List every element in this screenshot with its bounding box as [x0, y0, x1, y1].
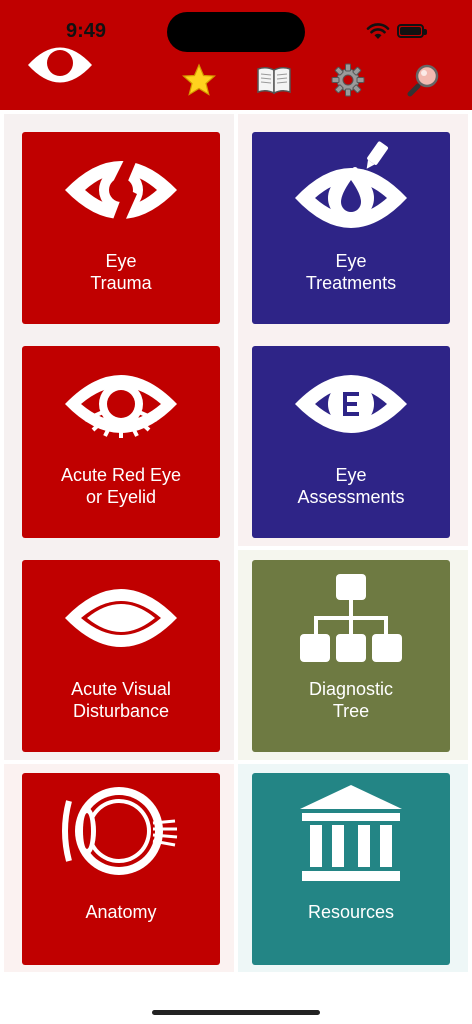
book-icon [257, 66, 291, 95]
eye-drop-icon [295, 141, 407, 228]
tile-anatomy[interactable]: Anatomy [22, 773, 220, 965]
gear-icon [331, 63, 365, 97]
dynamic-island [167, 12, 305, 52]
search-button[interactable] [404, 60, 444, 100]
tile-label: Anatomy [85, 902, 157, 922]
battery-icon [397, 24, 427, 38]
tile-label: Acute Visual Disturbance [71, 679, 171, 721]
tile-resources[interactable]: Resources [252, 773, 450, 965]
tile-label: Diagnostic Tree [308, 679, 394, 721]
tile-eye-trauma[interactable]: Eye Trauma [22, 132, 220, 324]
star-icon [182, 63, 216, 96]
tile-acute-visual-disturbance[interactable]: Acute Visual Disturbance [22, 560, 220, 752]
header-bar: 9:49 [0, 0, 472, 110]
tile-label: Resources [307, 902, 395, 922]
tile-eye-assessments[interactable]: Eye Assessments [252, 346, 450, 538]
flowchart-icon [300, 574, 402, 662]
tile-diagnostic-tree[interactable]: Diagnostic Tree [252, 560, 450, 752]
app-logo-eye-icon [28, 47, 92, 83]
favorites-button[interactable] [179, 60, 219, 100]
tile-label: Eye Trauma [90, 251, 152, 293]
wifi-icon [366, 23, 390, 39]
home-indicator [152, 1010, 320, 1015]
library-building-icon [300, 785, 402, 881]
search-icon [407, 64, 439, 97]
tile-eye-treatments[interactable]: Eye Treatments [252, 132, 450, 324]
settings-button[interactable] [328, 60, 368, 100]
tile-acute-red-eye[interactable]: Acute Red Eye or Eyelid [22, 346, 220, 538]
eye-chart-icon [295, 375, 407, 433]
eye-trauma-icon [65, 150, 177, 230]
red-eye-icon [65, 375, 177, 438]
library-button[interactable] [254, 60, 294, 100]
visual-disturbance-eye-icon [65, 589, 177, 647]
tile-label: Acute Red Eye or Eyelid [60, 465, 182, 507]
status-time: 9:49 [66, 20, 107, 42]
eye-anatomy-icon [62, 787, 178, 875]
tile-label: Eye Treatments [305, 251, 397, 293]
tile-label: Eye Assessments [297, 465, 405, 507]
